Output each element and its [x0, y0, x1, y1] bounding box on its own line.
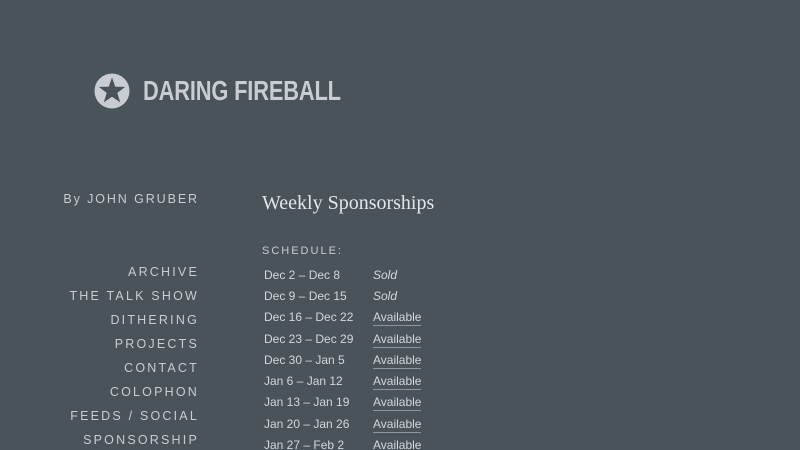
page-title: Weekly Sponsorships: [262, 192, 435, 214]
byline-author[interactable]: JOHN GRUBER: [87, 192, 199, 206]
status-sold: Sold: [373, 288, 398, 303]
status-cell: Available: [373, 307, 422, 328]
table-row: Dec 2 – Dec 8 Sold: [264, 264, 421, 285]
nav-link-archive[interactable]: ARCHIVE: [128, 265, 199, 279]
status-cell: Available: [373, 370, 422, 391]
nav-link-dithering[interactable]: DITHERING: [110, 313, 199, 327]
week-range: Jan 27 – Feb 2: [264, 438, 345, 450]
table-row: Jan 27 – Feb 2 Available: [264, 434, 422, 450]
schedule-table: Dec 2 – Dec 8 Sold Dec 9 – Dec 15 Sold D…: [264, 264, 422, 450]
week-range: Dec 16 – Dec 22: [264, 310, 354, 325]
nav-link-projects[interactable]: PROJECTS: [115, 337, 199, 351]
byline-prefix: By: [63, 192, 82, 206]
table-row: Jan 20 – Jan 26 Available: [264, 413, 422, 434]
status-cell: Available: [373, 392, 422, 413]
status-sold: Sold: [373, 267, 398, 282]
status-cell: Available: [373, 349, 422, 370]
week-range: Dec 2 – Dec 8: [264, 267, 341, 282]
nav-link-feeds-social[interactable]: FEEDS / SOCIAL: [70, 409, 199, 423]
nav-item-feeds-social: FEEDS / SOCIAL: [69, 408, 199, 432]
schedule-label: SCHEDULE:: [262, 245, 343, 257]
site-title: DARING FIREBALL: [143, 75, 341, 106]
nav-link-sponsorship[interactable]: SPONSORSHIP: [83, 433, 199, 447]
table-row: Dec 9 – Dec 15 Sold: [264, 285, 421, 306]
nav-item-archive: ARCHIVE: [69, 264, 199, 288]
status-cell: Sold: [373, 285, 421, 306]
week-range: Jan 6 – Jan 12: [264, 374, 343, 389]
status-available-link[interactable]: Available: [373, 416, 422, 433]
status-available-link[interactable]: Available: [373, 310, 422, 327]
site-logo[interactable]: DARING FIREBALL: [94, 73, 397, 109]
nav-link-colophon[interactable]: COLOPHON: [110, 385, 199, 399]
table-row: Dec 23 – Dec 29 Available: [264, 328, 422, 349]
week-range: Dec 30 – Jan 5: [264, 352, 345, 367]
nav-item-sponsorship: SPONSORSHIP: [69, 432, 199, 450]
status-available-link[interactable]: Available: [373, 352, 422, 369]
table-row: Dec 30 – Jan 5 Available: [264, 349, 422, 370]
status-available-link[interactable]: Available: [373, 331, 422, 348]
page: DARING FIREBALL By JOHN GRUBER ARCHIVE T…: [0, 0, 800, 450]
week-range: Dec 9 – Dec 15: [264, 288, 347, 303]
nav-item-colophon: COLOPHON: [69, 384, 199, 408]
week-range: Jan 20 – Jan 26: [264, 416, 350, 431]
table-row: Dec 16 – Dec 22 Available: [264, 307, 422, 328]
main-nav: ARCHIVE THE TALK SHOW DITHERING PROJECTS…: [69, 264, 199, 450]
status-cell: Available: [373, 328, 422, 349]
status-available-link[interactable]: Available: [373, 374, 422, 391]
week-range: Jan 13 – Jan 19: [264, 395, 350, 410]
table-row: Jan 6 – Jan 12 Available: [264, 370, 422, 391]
status-available-link[interactable]: Available: [373, 438, 422, 450]
week-range: Dec 23 – Dec 29: [264, 331, 354, 346]
nav-link-the-talk-show[interactable]: THE TALK SHOW: [69, 289, 199, 303]
status-cell: Available: [373, 413, 422, 434]
nav-item-contact: CONTACT: [69, 360, 199, 384]
status-cell: Sold: [373, 264, 421, 285]
nav-link-contact[interactable]: CONTACT: [124, 361, 199, 375]
nav-item-dithering: DITHERING: [69, 312, 199, 336]
nav-item-projects: PROJECTS: [69, 336, 199, 360]
star-badge-icon: [94, 73, 130, 109]
main-content: Weekly Sponsorships SCHEDULE: Dec 2 – De…: [262, 190, 434, 450]
byline: By JOHN GRUBER: [63, 192, 199, 206]
nav-item-the-talk-show: THE TALK SHOW: [69, 288, 199, 312]
status-cell: Available: [373, 434, 422, 450]
table-row: Jan 13 – Jan 19 Available: [264, 392, 422, 413]
status-available-link[interactable]: Available: [373, 395, 422, 412]
